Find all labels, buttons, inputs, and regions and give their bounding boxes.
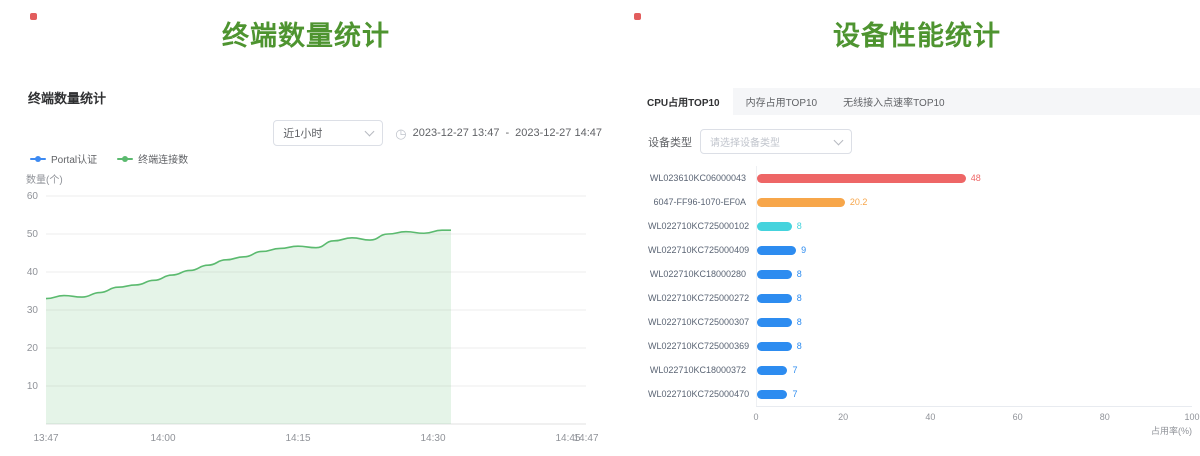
legend-item[interactable]: 终端连接数 xyxy=(117,151,188,166)
bar-value-label: 8 xyxy=(797,269,802,279)
x-tick-label: 40 xyxy=(925,412,935,422)
bar-value-label: 7 xyxy=(792,389,797,399)
device-perf-panel: 设备性能统计 CPU占用TOP10内存占用TOP10无线接入点速率TOP10 设… xyxy=(634,0,1200,456)
svg-text:50: 50 xyxy=(27,229,39,240)
bar xyxy=(757,366,787,375)
terminal-section-title: 终端数量统计 xyxy=(28,88,106,107)
svg-text:14:30: 14:30 xyxy=(420,433,445,444)
bar-value-label: 48 xyxy=(971,173,981,183)
svg-text:10: 10 xyxy=(27,381,39,392)
bar xyxy=(757,222,792,231)
device-type-placeholder: 请选择设备类型 xyxy=(710,134,780,149)
cpu-top10-bar-chart: WL023610KC06000043 48 6047-FF96-1070-EF0A 2… xyxy=(648,166,1192,437)
legend-marker-icon xyxy=(117,158,133,160)
bar-category-label: 6047-FF96-1070-EF0A xyxy=(648,197,756,207)
bar xyxy=(757,246,796,255)
bar-row: WL022710KC725000272 8 xyxy=(648,286,1192,310)
bar xyxy=(757,174,966,183)
chevron-down-icon xyxy=(365,127,375,137)
tab-0[interactable]: CPU占用TOP10 xyxy=(634,88,733,115)
bar-category-label: WL022710KC18000372 xyxy=(648,365,756,375)
device-panel-title: 设备性能统计 xyxy=(634,14,1200,53)
bar xyxy=(757,318,792,327)
bar-row: WL023610KC06000043 48 xyxy=(648,166,1192,190)
x-tick-label: 20 xyxy=(838,412,848,422)
bar xyxy=(757,390,787,399)
bar-value-label: 20.2 xyxy=(850,197,868,207)
top10-tab-bar: CPU占用TOP10内存占用TOP10无线接入点速率TOP10 xyxy=(634,88,1200,115)
bar-value-label: 8 xyxy=(797,221,802,231)
terminal-line-chart: 10203040506013:4714:0014:1514:3014:4514:… xyxy=(14,184,598,446)
bar-row: WL022710KC725000470 7 xyxy=(648,382,1192,406)
terminal-stats-panel: 终端数量统计 终端数量统计 近1小时 ◷ 2023-12-27 13:47 - … xyxy=(0,0,612,456)
svg-text:40: 40 xyxy=(27,267,39,278)
bar xyxy=(757,342,792,351)
bar-row: WL022710KC725000102 8 xyxy=(648,214,1192,238)
x-axis-unit-label: 占用率(%) xyxy=(1151,424,1192,437)
end-datetime: 2023-12-27 14:47 xyxy=(515,127,602,139)
svg-text:13:47: 13:47 xyxy=(33,433,58,444)
bar-category-label: WL022710KC725000272 xyxy=(648,293,756,303)
bar xyxy=(757,198,845,207)
bar-value-label: 7 xyxy=(792,365,797,375)
bar-category-label: WL022710KC725000369 xyxy=(648,341,756,351)
terminal-panel-title: 终端数量统计 xyxy=(0,14,612,53)
legend-label: 终端连接数 xyxy=(138,151,188,166)
svg-text:14:47: 14:47 xyxy=(573,433,598,444)
bar-value-label: 8 xyxy=(797,293,802,303)
svg-text:14:00: 14:00 xyxy=(150,433,175,444)
device-type-label: 设备类型 xyxy=(648,134,692,150)
time-range-select[interactable]: 近1小时 xyxy=(273,120,383,146)
red-marker-icon xyxy=(634,13,641,20)
bar-category-label: WL022710KC725000307 xyxy=(648,317,756,327)
bar-category-label: WL022710KC725000409 xyxy=(648,245,756,255)
bar-category-label: WL022710KC725000102 xyxy=(648,221,756,231)
time-range-value: 近1小时 xyxy=(283,125,322,141)
chart-controls: 近1小时 ◷ 2023-12-27 13:47 - 2023-12-27 14:… xyxy=(273,120,602,146)
bar-value-label: 9 xyxy=(801,245,806,255)
tab-2[interactable]: 无线接入点速率TOP10 xyxy=(830,88,958,115)
bar-row: WL022710KC18000280 8 xyxy=(648,262,1192,286)
bar-category-label: WL023610KC06000043 xyxy=(648,173,756,183)
svg-text:30: 30 xyxy=(27,305,39,316)
bar-row: WL022710KC725000369 8 xyxy=(648,334,1192,358)
clock-icon: ◷ xyxy=(395,127,406,140)
bar-value-label: 8 xyxy=(797,317,802,327)
legend-marker-icon xyxy=(30,158,46,160)
bar xyxy=(757,270,792,279)
chevron-down-icon xyxy=(834,135,844,145)
x-tick-label: 0 xyxy=(753,412,758,422)
tab-1[interactable]: 内存占用TOP10 xyxy=(733,88,831,115)
bar-row: WL022710KC18000372 7 xyxy=(648,358,1192,382)
red-marker-icon xyxy=(30,13,37,20)
legend-item[interactable]: Portal认证 xyxy=(30,151,97,166)
x-tick-label: 80 xyxy=(1100,412,1110,422)
device-type-select[interactable]: 请选择设备类型 xyxy=(700,129,852,154)
x-tick-label: 60 xyxy=(1013,412,1023,422)
bar-x-axis: 020406080100占用率(%) xyxy=(756,406,1192,437)
device-type-row: 设备类型 请选择设备类型 xyxy=(648,129,852,154)
legend-label: Portal认证 xyxy=(51,151,97,166)
chart-legend: Portal认证 终端连接数 xyxy=(30,151,188,166)
bar-category-label: WL022710KC18000280 xyxy=(648,269,756,279)
start-datetime: 2023-12-27 13:47 xyxy=(413,127,500,139)
bar-value-label: 8 xyxy=(797,341,802,351)
bar-row: WL022710KC725000307 8 xyxy=(648,310,1192,334)
date-range-picker[interactable]: ◷ 2023-12-27 13:47 - 2023-12-27 14:47 xyxy=(395,127,602,140)
bar-row: 6047-FF96-1070-EF0A 20.2 xyxy=(648,190,1192,214)
bar xyxy=(757,294,792,303)
svg-text:14:15: 14:15 xyxy=(285,433,310,444)
date-separator: - xyxy=(505,127,509,139)
bar-row: WL022710KC725000409 9 xyxy=(648,238,1192,262)
bar-category-label: WL022710KC725000470 xyxy=(648,389,756,399)
x-tick-label: 100 xyxy=(1184,412,1199,422)
svg-text:60: 60 xyxy=(27,191,39,202)
svg-text:20: 20 xyxy=(27,343,39,354)
